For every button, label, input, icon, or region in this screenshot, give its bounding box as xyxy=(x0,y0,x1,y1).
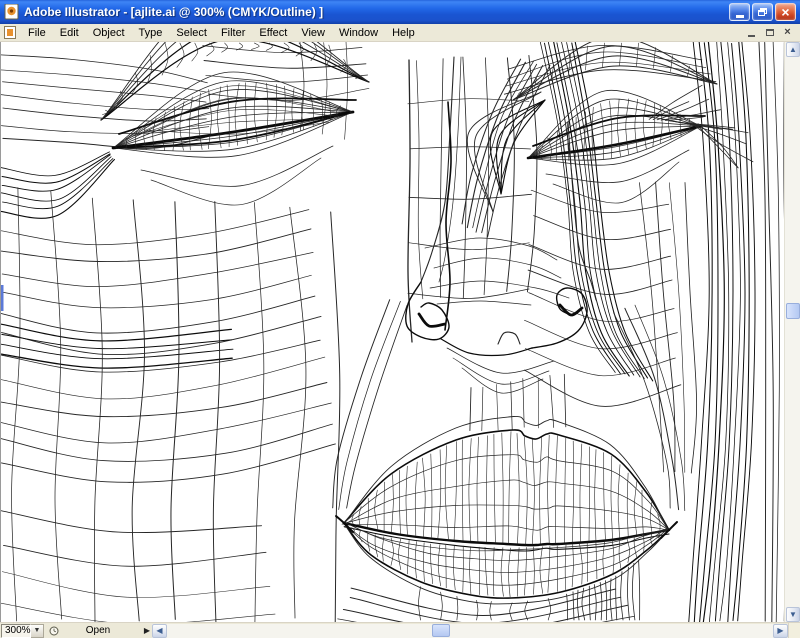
horizontal-scroll-track[interactable] xyxy=(167,624,773,638)
status-bar: 300% ▼ Open ▶ ◀ ▶ xyxy=(0,622,800,638)
menu-filter[interactable]: Filter xyxy=(214,25,252,41)
menu-help[interactable]: Help xyxy=(385,25,422,41)
menu-bar: File Edit Object Type Select Filter Effe… xyxy=(0,24,800,42)
illustrator-app-icon xyxy=(4,4,20,20)
minimize-button[interactable] xyxy=(729,3,750,21)
menu-object[interactable]: Object xyxy=(86,25,132,41)
document-minimize-button[interactable] xyxy=(745,27,758,39)
scroll-down-button[interactable]: ▼ xyxy=(786,607,800,622)
zoom-level-field[interactable]: 300% xyxy=(1,624,31,638)
horizontal-scrollbar[interactable]: ◀ ▶ xyxy=(152,624,788,638)
zoom-dropdown-button[interactable]: ▼ xyxy=(31,624,44,638)
close-icon: × xyxy=(781,5,789,19)
menu-select[interactable]: Select xyxy=(169,25,214,41)
document-minimize-icon xyxy=(748,35,755,37)
menu-effect[interactable]: Effect xyxy=(252,25,294,41)
status-display[interactable]: Open ▶ xyxy=(44,624,152,638)
restore-icon xyxy=(758,8,767,16)
minimize-icon xyxy=(736,15,744,18)
wireframe-face-artwork xyxy=(1,42,784,622)
document-close-button[interactable]: × xyxy=(781,27,794,39)
status-flyout-arrow[interactable]: ▶ xyxy=(144,627,150,635)
vertical-scroll-thumb[interactable] xyxy=(786,303,800,319)
window-title: Adobe Illustrator - [ajlite.ai @ 300% (C… xyxy=(24,5,729,19)
document-restore-icon xyxy=(766,29,774,36)
menu-view[interactable]: View xyxy=(294,25,332,41)
restore-button[interactable] xyxy=(752,3,773,21)
scroll-up-button[interactable]: ▲ xyxy=(786,42,800,57)
resize-grip[interactable] xyxy=(788,623,800,638)
horizontal-scroll-thumb[interactable] xyxy=(432,624,450,637)
title-bar: Adobe Illustrator - [ajlite.ai @ 300% (C… xyxy=(0,0,800,24)
guide-mark xyxy=(1,285,4,311)
status-text: Open xyxy=(86,625,110,636)
vertical-scrollbar[interactable]: ▲ ▼ xyxy=(784,42,800,622)
scroll-right-button[interactable]: ▶ xyxy=(773,624,788,638)
vertical-scroll-track[interactable] xyxy=(786,57,800,607)
menu-file[interactable]: File xyxy=(21,25,53,41)
close-button[interactable]: × xyxy=(775,3,796,21)
app-window: Adobe Illustrator - [ajlite.ai @ 300% (C… xyxy=(0,0,800,638)
scroll-left-button[interactable]: ◀ xyxy=(152,624,167,638)
menu-type[interactable]: Type xyxy=(132,25,170,41)
clock-icon xyxy=(49,626,59,636)
document-restore-button[interactable] xyxy=(763,27,776,39)
menu-edit[interactable]: Edit xyxy=(53,25,86,41)
zoom-level-value: 300% xyxy=(5,625,31,636)
artboard-canvas[interactable] xyxy=(0,42,784,622)
document-icon[interactable] xyxy=(4,26,16,39)
menu-window[interactable]: Window xyxy=(332,25,385,41)
